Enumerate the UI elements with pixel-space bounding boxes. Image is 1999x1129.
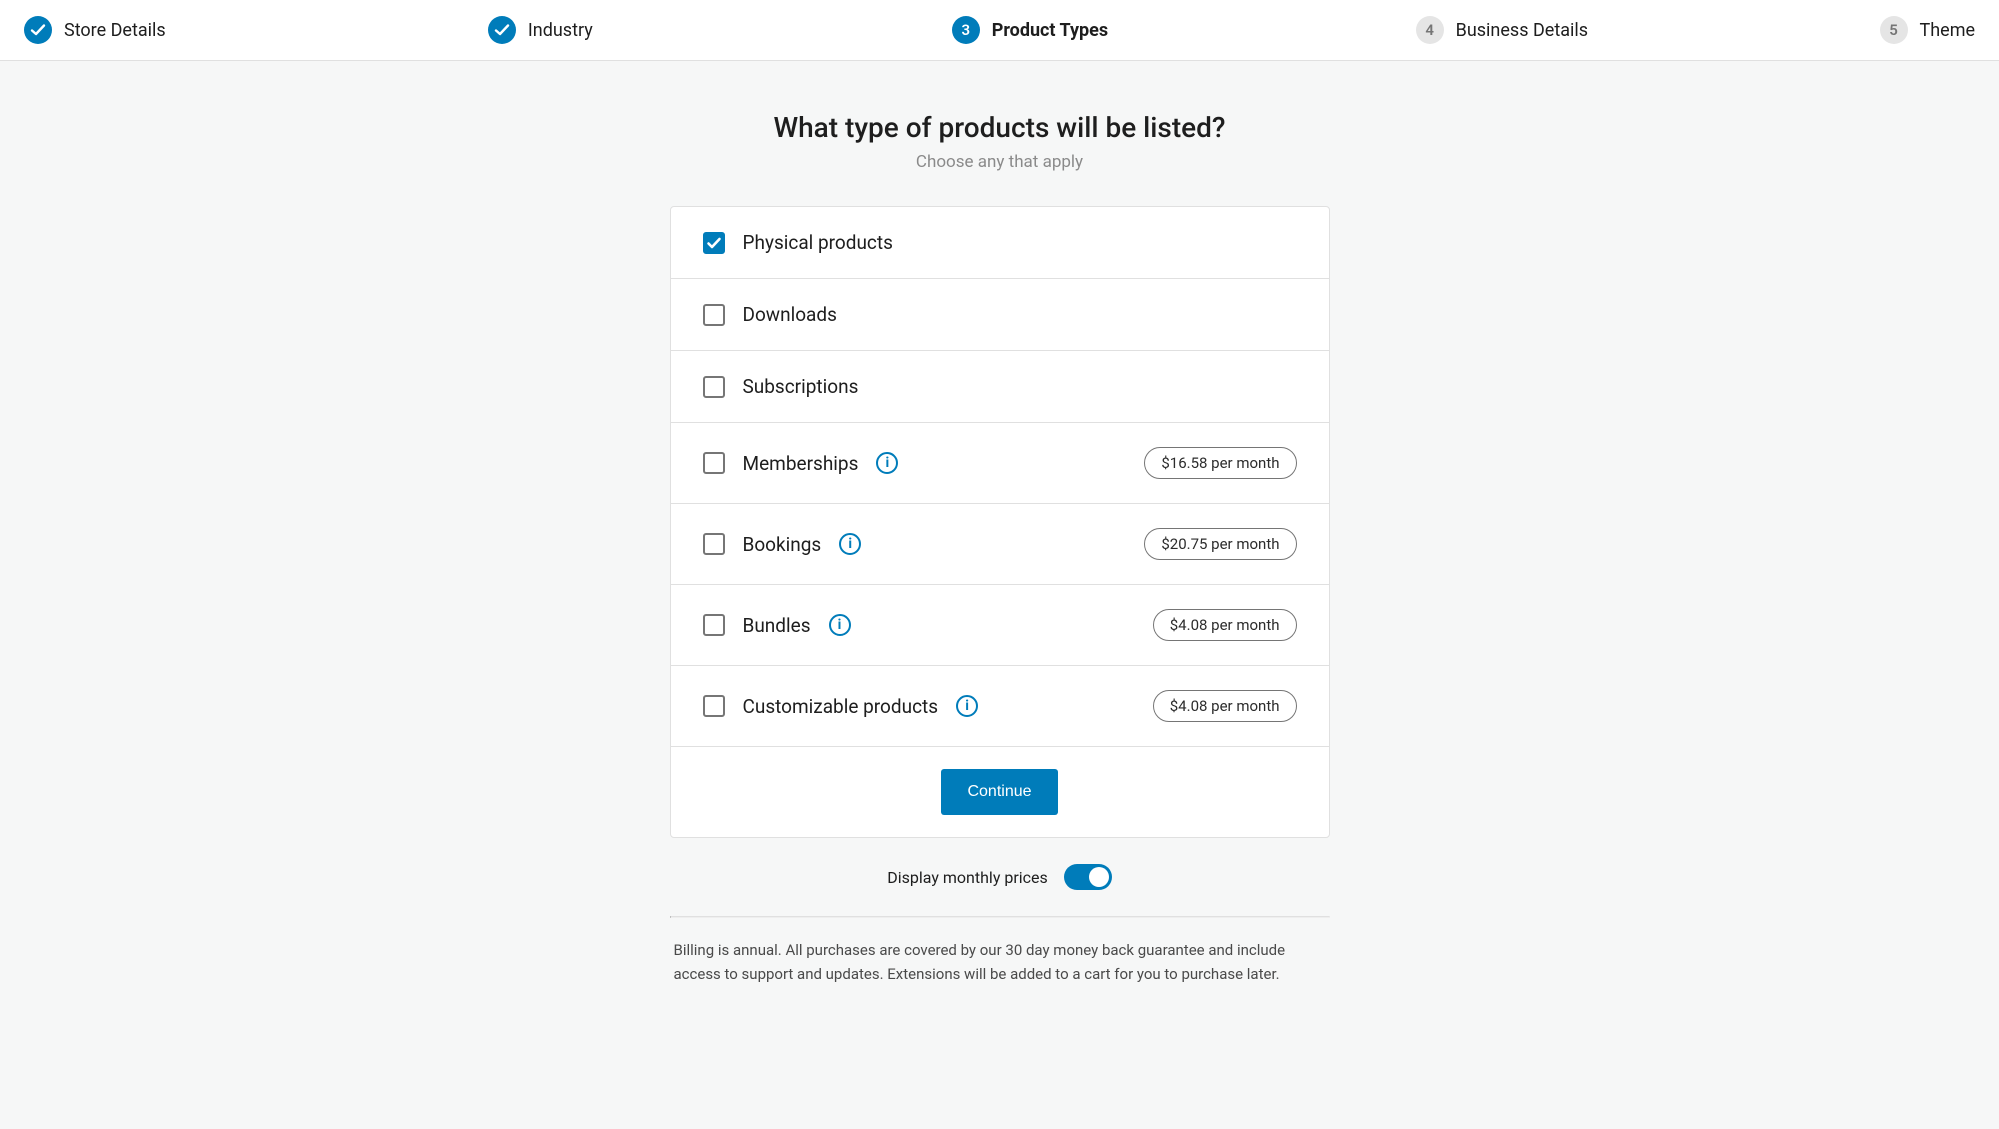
step-industry[interactable]: Industry: [488, 16, 952, 44]
info-icon[interactable]: i: [956, 695, 978, 717]
option-label: Memberships: [743, 452, 859, 475]
price-pill: $4.08 per month: [1153, 690, 1297, 722]
checkbox[interactable]: [703, 304, 725, 326]
step-label: Industry: [528, 20, 593, 41]
continue-row: Continue: [671, 746, 1329, 837]
continue-button[interactable]: Continue: [941, 769, 1057, 815]
toggle-knob: [1089, 867, 1109, 887]
checkbox[interactable]: [703, 452, 725, 474]
page-subheading: Choose any that apply: [670, 152, 1330, 172]
step-label: Business Details: [1456, 20, 1588, 41]
step-label: Store Details: [64, 20, 166, 41]
option-label: Subscriptions: [743, 375, 859, 398]
checkmark-icon: [24, 16, 52, 44]
monthly-prices-toggle[interactable]: [1064, 864, 1112, 890]
step-business-details[interactable]: 4 Business Details: [1416, 16, 1880, 44]
price-pill: $4.08 per month: [1153, 609, 1297, 641]
option-label: Bundles: [743, 614, 811, 637]
option-subscriptions[interactable]: Subscriptions: [671, 351, 1329, 423]
info-icon[interactable]: i: [876, 452, 898, 474]
info-icon[interactable]: i: [839, 533, 861, 555]
options-card: Physical products Downloads Subscription…: [670, 206, 1330, 838]
main-content: What type of products will be listed? Ch…: [650, 111, 1350, 1036]
option-bundles[interactable]: Bundles i $4.08 per month: [671, 585, 1329, 666]
wizard-stepper: Store Details Industry 3 Product Types 4…: [0, 0, 1999, 61]
option-customizable-products[interactable]: Customizable products i $4.08 per month: [671, 666, 1329, 746]
checkbox[interactable]: [703, 695, 725, 717]
checkmark-icon: [488, 16, 516, 44]
price-pill: $16.58 per month: [1144, 447, 1296, 479]
step-label: Theme: [1920, 20, 1976, 41]
option-bookings[interactable]: Bookings i $20.75 per month: [671, 504, 1329, 585]
checkbox[interactable]: [703, 376, 725, 398]
checkbox[interactable]: [703, 232, 725, 254]
checkbox[interactable]: [703, 614, 725, 636]
page-heading: What type of products will be listed?: [670, 111, 1330, 144]
billing-note: Billing is annual. All purchases are cov…: [670, 918, 1330, 1036]
option-label: Bookings: [743, 533, 822, 556]
option-label: Downloads: [743, 303, 837, 326]
step-number-icon: 3: [952, 16, 980, 44]
info-icon[interactable]: i: [829, 614, 851, 636]
monthly-prices-toggle-row: Display monthly prices: [670, 864, 1330, 916]
toggle-label: Display monthly prices: [887, 868, 1048, 887]
option-physical-products[interactable]: Physical products: [671, 207, 1329, 279]
step-label: Product Types: [992, 20, 1108, 41]
option-downloads[interactable]: Downloads: [671, 279, 1329, 351]
step-number-icon: 5: [1880, 16, 1908, 44]
step-store-details[interactable]: Store Details: [24, 16, 488, 44]
option-label: Customizable products: [743, 695, 939, 718]
step-theme[interactable]: 5 Theme: [1880, 16, 1976, 44]
step-number-icon: 4: [1416, 16, 1444, 44]
option-memberships[interactable]: Memberships i $16.58 per month: [671, 423, 1329, 504]
option-label: Physical products: [743, 231, 893, 254]
price-pill: $20.75 per month: [1144, 528, 1296, 560]
step-product-types[interactable]: 3 Product Types: [952, 16, 1416, 44]
checkbox[interactable]: [703, 533, 725, 555]
